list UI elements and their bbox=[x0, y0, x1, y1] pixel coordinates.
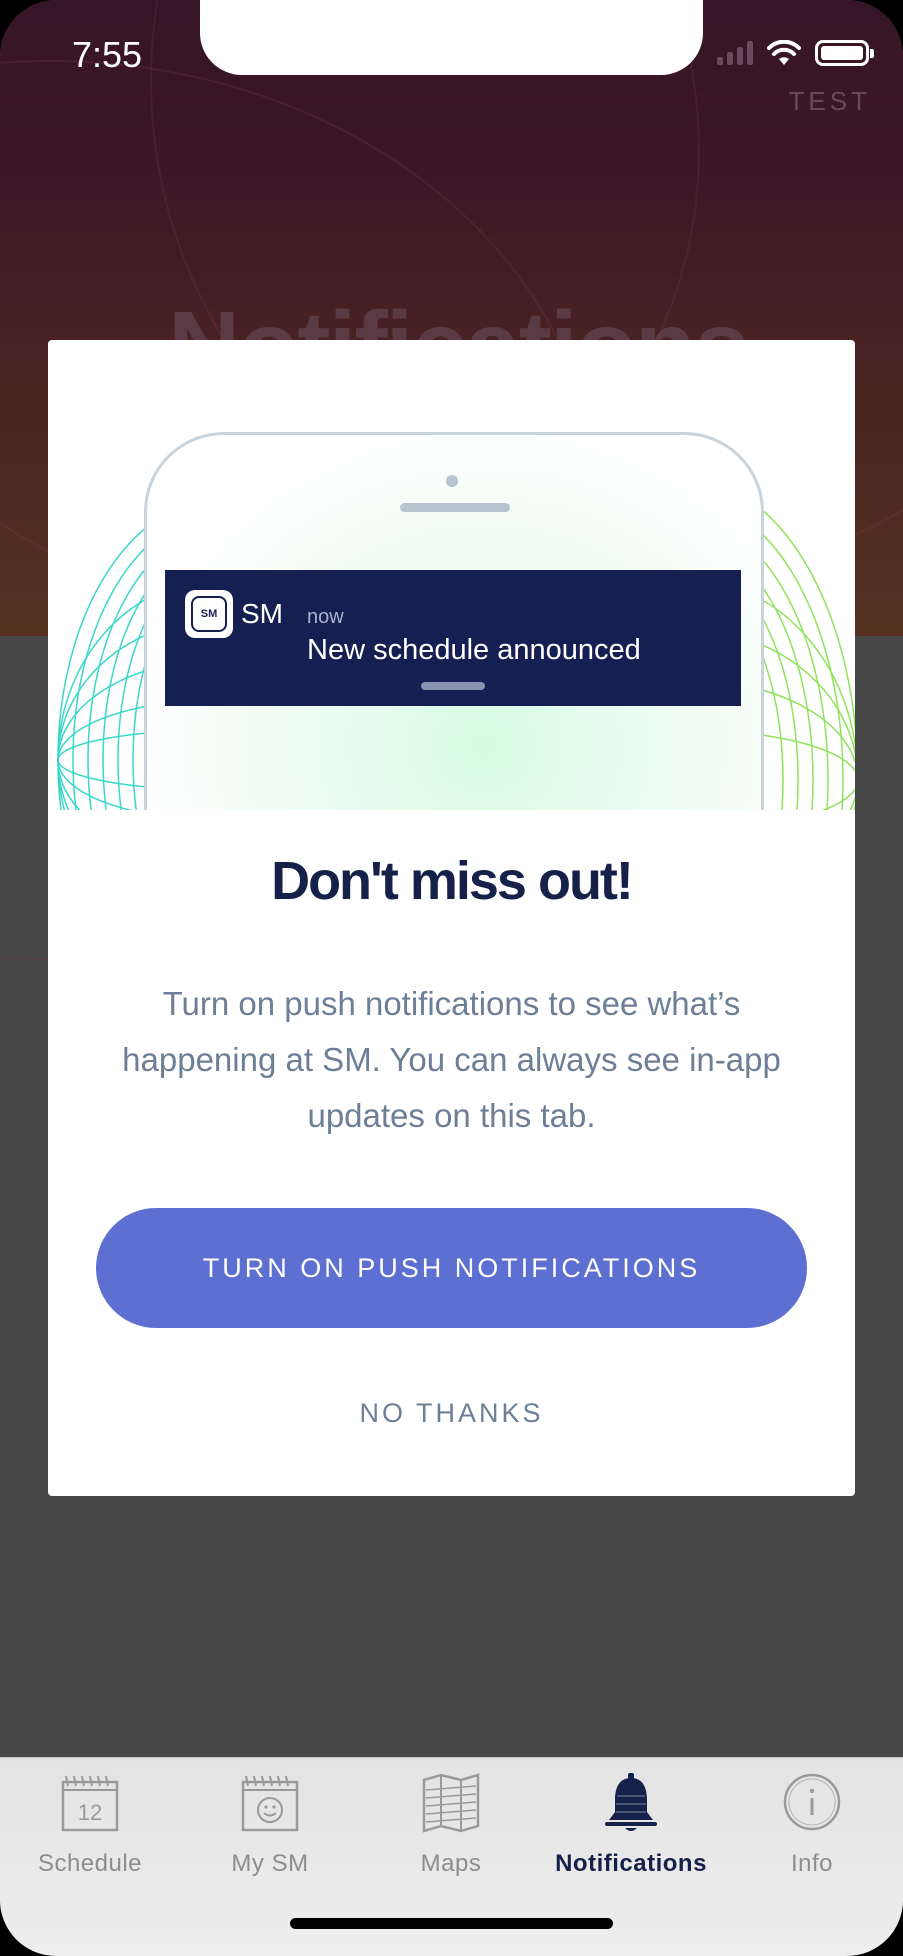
no-thanks-button[interactable]: NO THANKS bbox=[48, 1398, 855, 1429]
dialog-heading: Don't miss out! bbox=[271, 851, 634, 911]
status-icons bbox=[717, 40, 874, 66]
status-time: 7:55 bbox=[72, 34, 143, 75]
speaker-slot bbox=[400, 503, 510, 512]
bell-icon bbox=[605, 1773, 657, 1831]
notification-handle bbox=[421, 682, 485, 690]
battery-icon bbox=[815, 40, 874, 66]
tab-label: Schedule bbox=[37, 1850, 143, 1877]
info-icon bbox=[783, 1773, 841, 1831]
camera-dot bbox=[446, 475, 458, 487]
calendar-smiley-icon bbox=[241, 1775, 299, 1832]
tab-schedule[interactable]: 12 Schedule bbox=[0, 1772, 180, 1882]
notification-preview: SM SM now New schedule announced bbox=[165, 570, 741, 706]
tab-label: Notifications bbox=[555, 1850, 707, 1877]
wifi-icon bbox=[767, 40, 801, 65]
tab-label: Maps bbox=[420, 1850, 482, 1877]
tab-maps[interactable]: Maps bbox=[361, 1772, 541, 1882]
turn-on-push-notifications-button[interactable]: TURN ON PUSH NOTIFICATIONS bbox=[96, 1208, 807, 1328]
cellular-signal-icon bbox=[717, 41, 753, 65]
notification-time: now bbox=[307, 606, 344, 628]
tab-notifications[interactable]: Notifications bbox=[541, 1772, 721, 1882]
notification-app-name: SM bbox=[241, 598, 283, 629]
hero-illustration: SM SM now New schedule announced bbox=[48, 340, 855, 810]
calendar-icon: 12 bbox=[61, 1775, 119, 1832]
home-indicator[interactable] bbox=[290, 1918, 613, 1929]
tab-my-sm[interactable]: My SM bbox=[180, 1772, 360, 1882]
app-icon: SM bbox=[185, 590, 233, 638]
notification-message: New schedule announced bbox=[307, 634, 641, 666]
push-permission-dialog: SM SM now New schedule announced Don't m… bbox=[48, 340, 855, 1496]
tab-label: Info bbox=[790, 1850, 834, 1877]
map-icon bbox=[422, 1773, 480, 1833]
dialog-body: Turn on push notifications to see what’s… bbox=[122, 985, 781, 1134]
tab-label: My SM bbox=[231, 1850, 309, 1877]
environment-label: TEST bbox=[788, 86, 871, 116]
svg-text:12: 12 bbox=[78, 1800, 102, 1825]
app-screen: Notifications TEST 7:55 bbox=[0, 0, 903, 1956]
device-notch bbox=[200, 0, 703, 75]
tab-info[interactable]: Info bbox=[722, 1772, 902, 1882]
